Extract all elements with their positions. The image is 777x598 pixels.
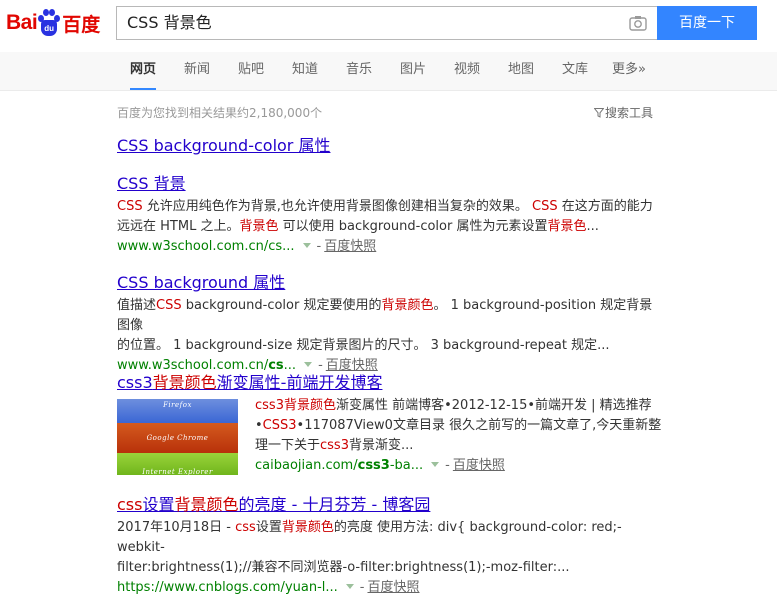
baidu-logo[interactable]: Bai du 百度 (6, 5, 108, 41)
result-item: CSS 背景 CSS 允许应用纯色作为背景,也允许使用背景图像创建相当复杂的效果… (117, 173, 662, 257)
thumbnail-firefox-band: Firefox (117, 399, 238, 423)
tab-more[interactable]: 更多» (612, 52, 646, 90)
tab-wenku[interactable]: 文库 (562, 52, 588, 90)
search-tools-button[interactable]: 搜索工具 (594, 104, 653, 121)
result-title-text[interactable]: CSS background 属性 (117, 273, 285, 292)
funnel-icon (594, 108, 604, 118)
result-item: CSS background 属性 值描述CSS background-colo… (117, 272, 662, 376)
chevron-down-icon[interactable] (304, 362, 313, 367)
camera-icon[interactable] (629, 15, 647, 31)
thumbnail-chrome-band: Google Chrome (117, 423, 238, 453)
result-thumbnail[interactable]: Firefox Google Chrome Internet Explorer (117, 399, 238, 475)
result-title-text[interactable]: css设置背景颜色的亮度 - 十月芬芳 - 博客园 (117, 495, 430, 514)
thumbnail-ie-band: Internet Explorer (117, 453, 238, 475)
snapshot-link[interactable]: 百度快照 (324, 239, 376, 254)
result-item: css设置背景颜色的亮度 - 十月芬芳 - 博客园 2017年10月18日 - … (117, 494, 662, 598)
result-abstract: 2017年10月18日 - css设置背景颜色的亮度 使用方法: div{ ba… (117, 520, 622, 575)
result-image-text: css3背景颜色渐变属性 前端博客•2012-12-15•前端开发 | 精选推荐… (255, 396, 665, 476)
snapshot-link[interactable]: 百度快照 (453, 458, 505, 473)
chevron-down-icon[interactable] (302, 243, 311, 248)
result-item: CSS background-color 属性 (117, 135, 662, 157)
logo-text-du: du (41, 20, 58, 36)
result-title[interactable]: css3背景颜色渐变属性-前端开发博客 (117, 372, 662, 394)
result-abstract: css3背景颜色渐变属性 前端博客•2012-12-15•前端开发 | 精选推荐… (255, 398, 662, 453)
result-url: caibaojian.com/css3-ba... (255, 458, 424, 473)
result-abstract: 值描述CSS background-color 规定要使用的背景颜色。 1 ba… (117, 298, 653, 353)
chevron-down-icon[interactable] (431, 462, 440, 467)
tab-video[interactable]: 视频 (454, 52, 480, 90)
tab-images[interactable]: 图片 (400, 52, 426, 90)
result-item: css3背景颜色渐变属性-前端开发博客 Firefox Google Chrom… (117, 372, 662, 482)
result-url: www.w3school.com.cn/cs... (117, 358, 297, 373)
tab-map[interactable]: 地图 (508, 52, 534, 90)
result-title[interactable]: css设置背景颜色的亮度 - 十月芬芳 - 博客园 (117, 494, 662, 516)
snapshot-link[interactable]: 百度快照 (326, 358, 378, 373)
tab-web[interactable]: 网页 (130, 52, 157, 90)
result-url-line: caibaojian.com/css3-ba... - 百度快照 (255, 458, 505, 473)
tab-tieba[interactable]: 贴吧 (238, 52, 264, 90)
result-count: 百度为您找到相关结果约2,180,000个 (117, 106, 323, 120)
result-url: www.w3school.com.cn/cs... (117, 239, 295, 254)
tab-music[interactable]: 音乐 (346, 52, 372, 90)
snapshot-link[interactable]: 百度快照 (367, 580, 419, 595)
search-button[interactable]: 百度一下 (657, 6, 757, 40)
result-url: https://www.cnblogs.com/yuan-l... (117, 580, 338, 595)
logo-text-bai: Bai (6, 11, 38, 34)
header: Bai du 百度 百度一下 (0, 0, 777, 52)
search-box (116, 6, 657, 40)
search-tools-label: 搜索工具 (605, 106, 654, 120)
result-title-text[interactable]: CSS background-color 属性 (117, 136, 330, 155)
tab-zhidao[interactable]: 知道 (292, 52, 318, 90)
tab-news[interactable]: 新闻 (184, 52, 210, 90)
search-input[interactable] (127, 7, 607, 39)
result-url-line: www.w3school.com.cn/cs... - 百度快照 (117, 239, 377, 254)
result-title[interactable]: CSS 背景 (117, 173, 662, 195)
result-title[interactable]: CSS background-color 属性 (117, 135, 662, 157)
nav-tabs: 网页 新闻 贴吧 知道 音乐 图片 视频 地图 文库 更多» (0, 52, 777, 91)
result-title-text[interactable]: css3背景颜色渐变属性-前端开发博客 (117, 373, 382, 392)
result-title[interactable]: CSS background 属性 (117, 272, 662, 294)
paw-icon: du (38, 8, 61, 38)
logo-text-cn: 百度 (62, 13, 101, 36)
result-title-text[interactable]: CSS 背景 (117, 174, 186, 193)
chevron-down-icon[interactable] (345, 584, 354, 589)
result-url-line: https://www.cnblogs.com/yuan-l... - 百度快照 (117, 580, 420, 595)
result-abstract: CSS 允许应用纯色作为背景,也允许使用背景图像创建相当复杂的效果。 CSS 在… (117, 199, 653, 234)
